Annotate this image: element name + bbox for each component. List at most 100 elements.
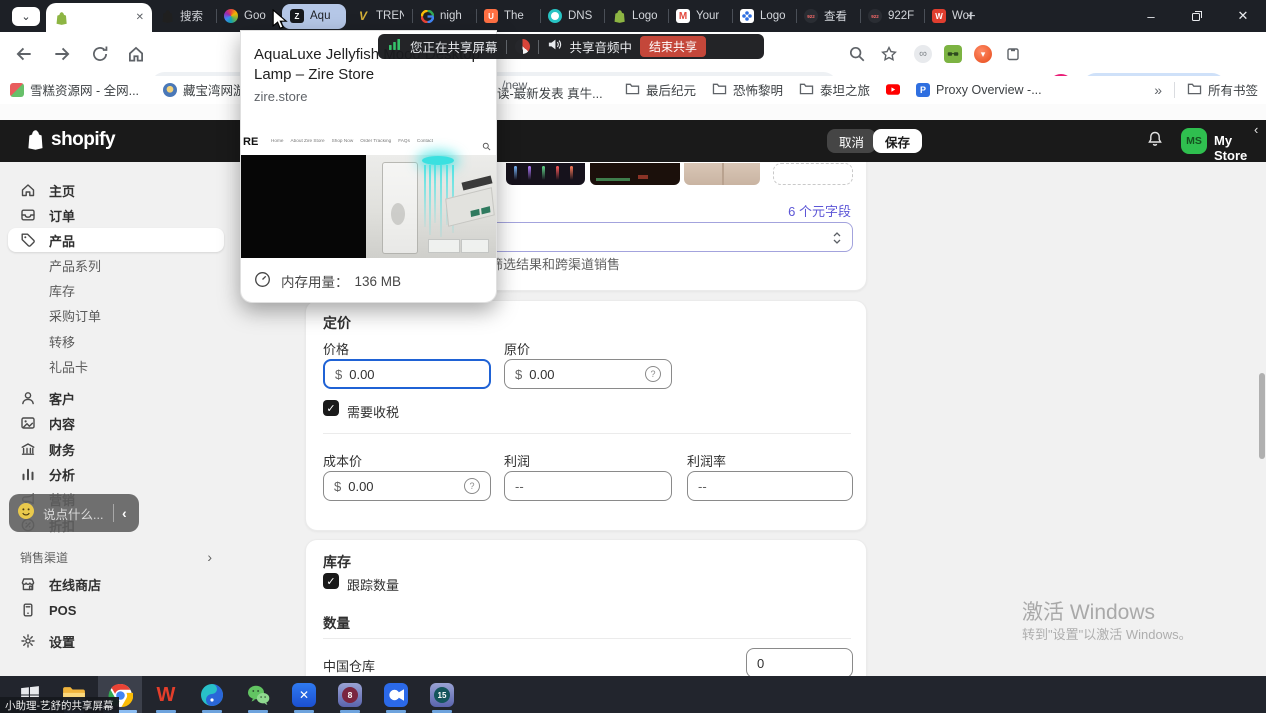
blue-knot-favicon-icon — [740, 9, 754, 23]
notifications-bell-icon[interactable] — [1146, 130, 1164, 153]
track-quantity-checkbox[interactable]: ✓ — [323, 573, 339, 589]
header-collapse-chevron[interactable]: ‹ — [1254, 122, 1258, 137]
sidebar-item-客户[interactable]: 客户 — [8, 386, 224, 410]
taskbar-teal-icon[interactable] — [199, 682, 225, 708]
product-thumbnail-beige[interactable] — [684, 163, 760, 185]
save-button[interactable]: 保存 — [873, 129, 922, 153]
extension-coil-icon[interactable]: ∞ — [914, 45, 932, 63]
sidebar-item-主页[interactable]: 主页 — [8, 178, 224, 202]
tab-label: Logo — [632, 10, 658, 22]
help-icon[interactable]: ? — [464, 478, 480, 494]
store-name[interactable]: My Store — [1214, 133, 1266, 163]
sidebar-item-库存[interactable]: 库存 — [8, 278, 224, 302]
tab-label: nigh — [440, 10, 462, 22]
pill-collapse-button[interactable]: ‹ — [122, 505, 127, 521]
new-tab-button[interactable]: + — [960, 6, 982, 28]
browser-tab-Logo[interactable]: Logo — [604, 0, 668, 32]
sidebar-channel-在线商店[interactable]: 在线商店 — [8, 572, 224, 596]
forward-icon[interactable] — [52, 44, 72, 64]
category-helper-text: 筛选结果和跨渠道销售 — [490, 254, 620, 273]
signal-bars-icon — [388, 37, 402, 56]
minimize-button[interactable]: – — [1128, 0, 1174, 32]
sidebar-item-采购订单[interactable]: 采购订单 — [8, 303, 224, 327]
all-bookmarks-button[interactable]: 所有书签 — [1187, 80, 1258, 99]
bookmark-proxy[interactable]: PProxy Overview -... — [916, 80, 1042, 99]
taskbar-bluex-icon[interactable]: ✕ — [291, 682, 317, 708]
browser-tab-查看[interactable]: 922查看 — [796, 0, 860, 32]
product-thumbnail-dark[interactable] — [590, 163, 680, 185]
taskbar-meet-icon[interactable] — [383, 682, 409, 708]
bookmark-item[interactable]: 藏宝湾网游 — [163, 80, 246, 99]
maximize-button[interactable] — [1174, 0, 1220, 32]
sidebar-item-分析[interactable]: 分析 — [8, 462, 224, 486]
taskbar-app15-icon[interactable]: 15 — [429, 682, 455, 708]
sidebar-item-label: 财务 — [49, 440, 75, 459]
profit-label: 利润 — [504, 451, 530, 470]
add-media-tile[interactable] — [773, 163, 853, 185]
browser-tab-922F[interactable]: 922922F — [860, 0, 924, 32]
sidebar-item-转移[interactable]: 转移 — [8, 329, 224, 353]
product-thumbnail-jellyfish-set[interactable] — [506, 163, 585, 185]
folder-icon — [1187, 82, 1202, 98]
taskbar-wps-icon[interactable]: W — [153, 682, 179, 708]
zoom-icon[interactable] — [848, 45, 868, 65]
bookmark-folder[interactable]: 恐怖黎明 — [712, 80, 783, 99]
stop-sharing-button[interactable]: 结束共享 — [640, 36, 706, 57]
profit-input[interactable]: -- — [504, 471, 672, 501]
browser-tab-DNS[interactable]: DNS — [540, 0, 604, 32]
sidebar-item-产品系列[interactable]: 产品系列 — [8, 253, 224, 277]
browser-tab-nigh[interactable]: nigh — [412, 0, 476, 32]
browser-tab-Your[interactable]: MYour — [668, 0, 732, 32]
price-input[interactable]: $ 0.00 — [323, 359, 491, 389]
help-icon[interactable]: ? — [645, 366, 661, 382]
tab-search-chevron-icon[interactable]: ⌄ — [12, 7, 40, 26]
sidebar-item-label: 内容 — [49, 414, 75, 433]
quantity-input[interactable]: 0 — [746, 648, 853, 678]
bookmark-item[interactable]: 雪糕资源网 - 全网... — [10, 80, 139, 99]
comment-input[interactable]: 说点什么... — [43, 504, 105, 523]
compare-price-input[interactable]: $ 0.00 ? — [504, 359, 672, 389]
bookmark-folder[interactable]: 最后纪元 — [625, 80, 696, 99]
browser-tab-Goo[interactable]: Goo — [216, 0, 280, 32]
extension-glasses-icon[interactable] — [944, 45, 962, 63]
margin-input[interactable]: -- — [687, 471, 853, 501]
smiley-icon[interactable] — [17, 502, 35, 525]
scrollbar-thumb[interactable] — [1259, 373, 1265, 459]
close-button[interactable]: ✕ — [1220, 0, 1266, 32]
bookmark-star-icon[interactable] — [880, 45, 900, 65]
sidebar-channel-POS[interactable]: POS — [8, 598, 224, 622]
reload-icon[interactable] — [90, 44, 110, 64]
extension-download-icon[interactable]: ▾ — [974, 45, 992, 63]
taskbar-app8-icon[interactable]: 8 — [337, 682, 363, 708]
shopify-logo[interactable]: shopify — [26, 129, 115, 151]
sidebar-item-财务[interactable]: 财务 — [8, 437, 224, 461]
metafields-link[interactable]: 6 个元字段 — [788, 201, 851, 220]
bookmark-youtube[interactable] — [886, 80, 900, 99]
bookmark-folder[interactable]: 泰坦之旅 — [799, 80, 870, 99]
extensions-puzzle-icon[interactable] — [1004, 45, 1022, 63]
cost-input[interactable]: $ 0.00 ? — [323, 471, 491, 501]
shopify-dark-favicon-icon — [160, 9, 174, 23]
taskbar-wechat-icon[interactable] — [245, 682, 271, 708]
browser-tab-current[interactable]: ✕ — [46, 3, 152, 32]
back-icon[interactable] — [14, 44, 34, 64]
browser-tab-Logo[interactable]: Logo — [732, 0, 796, 32]
bookmarks-overflow-chevron[interactable]: » — [1154, 82, 1162, 98]
sidebar-item-产品[interactable]: 产品 — [8, 228, 224, 252]
browser-tab-The[interactable]: UThe — [476, 0, 540, 32]
cancel-button[interactable]: 取消 — [827, 129, 876, 153]
store-avatar[interactable]: MS — [1181, 128, 1207, 154]
sidebar-item-礼品卡[interactable]: 礼品卡 — [8, 354, 224, 378]
browser-tab-搜索[interactable]: 搜索 — [152, 0, 216, 32]
sidebar-item-settings[interactable]: 设置 — [8, 629, 224, 653]
pos-icon — [20, 602, 36, 618]
sidebar-item-内容[interactable]: 内容 — [8, 411, 224, 435]
sales-channels-section[interactable]: 销售渠道› — [8, 549, 224, 566]
home-icon[interactable] — [126, 44, 146, 64]
taskbar-running-indicator — [386, 710, 406, 713]
charge-tax-checkbox[interactable]: ✓ — [323, 400, 339, 416]
browser-tab-Aqu[interactable]: ZAqu — [282, 4, 346, 29]
tab-close-icon[interactable]: ✕ — [136, 12, 144, 23]
browser-tab-TREN[interactable]: VTREN — [348, 0, 412, 32]
sidebar-item-订单[interactable]: 订单 — [8, 203, 224, 227]
